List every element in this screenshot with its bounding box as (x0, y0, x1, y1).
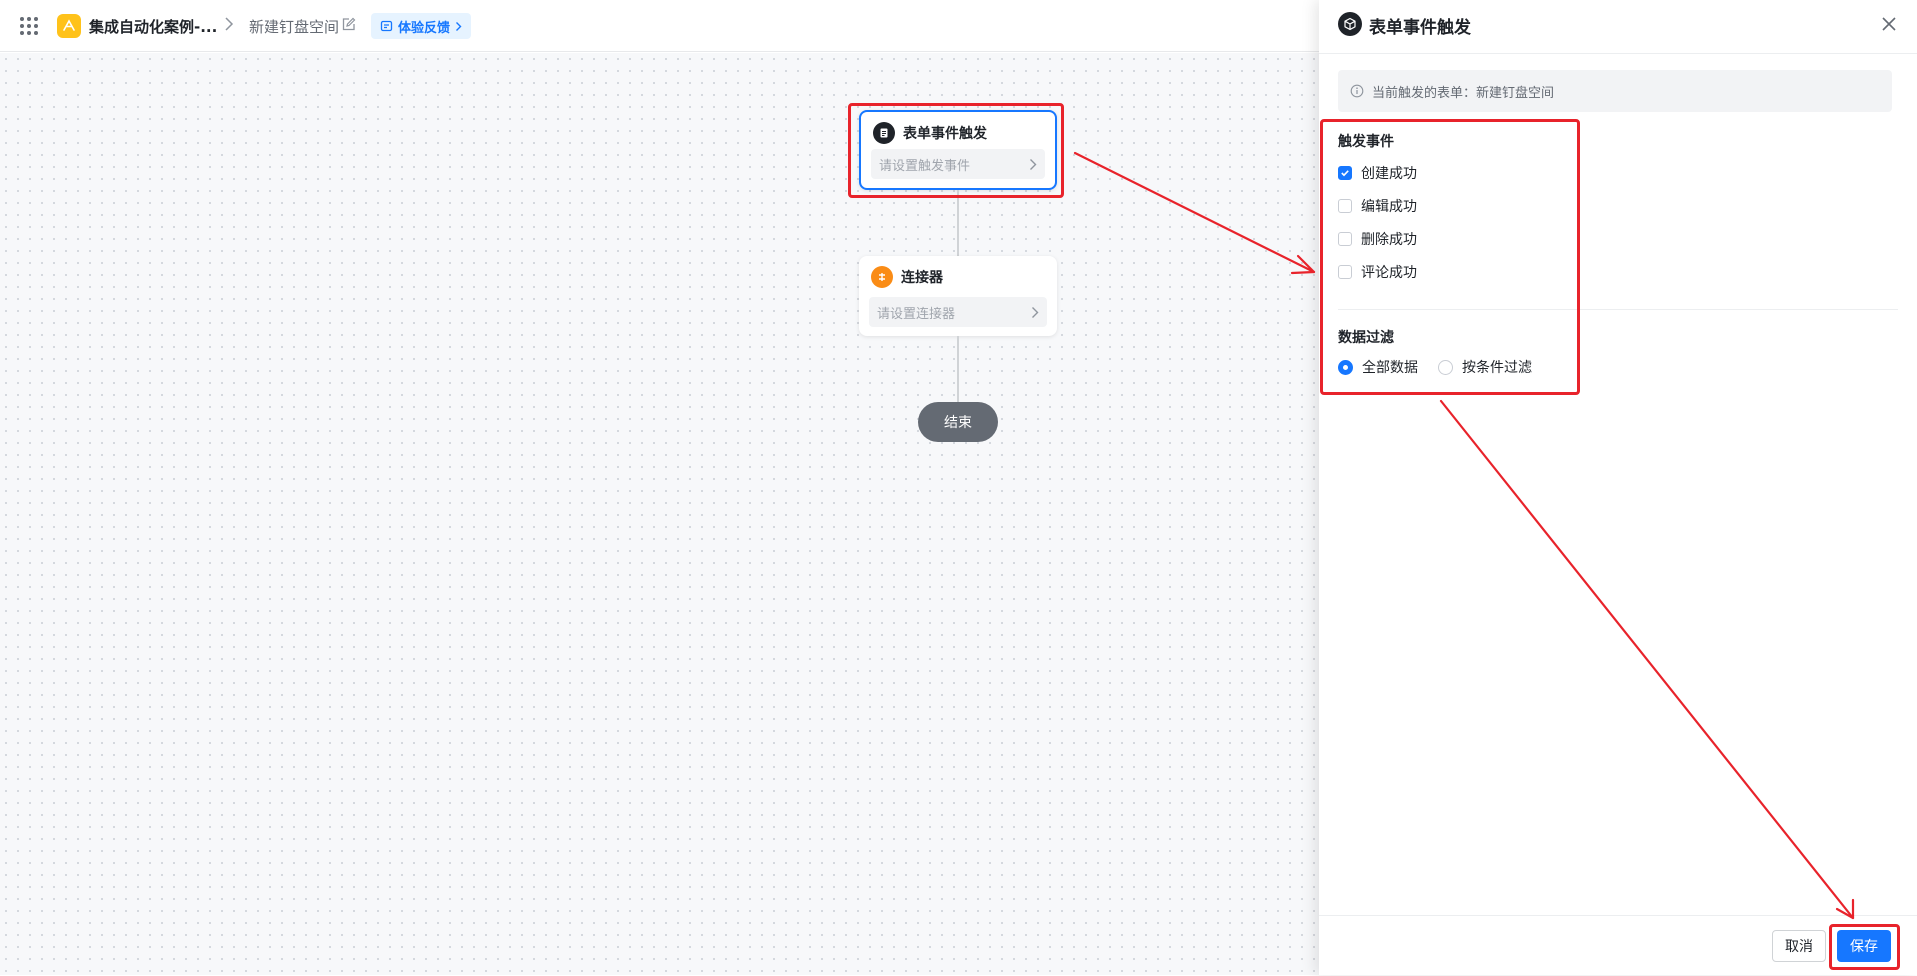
flow-canvas[interactable]: 表单事件触发 请设置触发事件 连接器 请设置连接器 结束 (0, 53, 1320, 975)
trigger-node-setting[interactable]: 请设置触发事件 (871, 149, 1045, 179)
trigger-node[interactable]: 表单事件触发 请设置触发事件 (859, 110, 1057, 190)
cancel-button[interactable]: 取消 (1772, 930, 1826, 962)
app-logo-icon (57, 14, 81, 38)
connector-node-placeholder: 请设置连接器 (877, 306, 956, 322)
info-bar: 当前触发的表单：新建钉盘空间 (1338, 70, 1892, 112)
trigger-config-drawer: 表单事件触发 当前触发的表单：新建钉盘空间 触发事件 创建成功 编辑成功 删除成… (1319, 0, 1917, 975)
checkbox-label: 创建成功 (1361, 166, 1417, 182)
cube-icon (1338, 12, 1362, 36)
end-node[interactable]: 结束 (918, 402, 998, 442)
drawer-title: 表单事件触发 (1369, 18, 1471, 38)
checkbox-delete-success[interactable]: 删除成功 (1338, 229, 1417, 249)
radio-all-data[interactable]: 全部数据 (1338, 357, 1418, 377)
checkbox[interactable] (1338, 232, 1352, 246)
radio-label: 按条件过滤 (1462, 360, 1532, 376)
feedback-button[interactable]: 体验反馈 (371, 13, 472, 39)
connector-node-setting[interactable]: 请设置连接器 (869, 297, 1047, 327)
radio-label: 全部数据 (1362, 360, 1418, 376)
data-filter-heading: 数据过滤 (1338, 330, 1394, 346)
chevron-right-icon (1032, 306, 1039, 318)
info-text: 当前触发的表单：新建钉盘空间 (1372, 85, 1555, 101)
checkbox-create-success[interactable]: 创建成功 (1338, 163, 1417, 183)
connector-node[interactable]: 连接器 请设置连接器 (859, 256, 1057, 336)
checkbox-label: 编辑成功 (1361, 199, 1417, 215)
form-document-icon (873, 122, 895, 144)
feedback-icon (380, 20, 393, 31)
checkbox-comment-success[interactable]: 评论成功 (1338, 262, 1417, 282)
feedback-label: 体验反馈 (398, 20, 451, 36)
connector-icon (871, 266, 893, 288)
chevron-right-icon (456, 21, 462, 31)
flow-edge (957, 190, 959, 256)
app-grid-icon[interactable] (20, 17, 38, 35)
page-title: 新建钉盘空间 (249, 18, 340, 36)
save-button[interactable]: 保存 (1837, 930, 1891, 962)
radio-filter-by-condition[interactable]: 按条件过滤 (1438, 357, 1532, 377)
checkbox-label: 评论成功 (1361, 265, 1417, 281)
save-button-label: 保存 (1850, 939, 1878, 955)
app-name[interactable]: 集成自动化案例-... (89, 16, 217, 37)
drawer-header: 表单事件触发 (1319, 0, 1917, 54)
radio[interactable] (1438, 359, 1453, 375)
drawer-footer: 取消 保存 (1319, 915, 1917, 976)
checkbox[interactable] (1338, 199, 1352, 213)
close-icon[interactable] (1881, 16, 1897, 36)
edit-icon[interactable] (341, 17, 356, 36)
trigger-node-placeholder: 请设置触发事件 (879, 158, 971, 174)
trigger-node-title: 表单事件触发 (903, 126, 987, 142)
checkbox[interactable] (1338, 265, 1352, 279)
checkbox-label: 删除成功 (1361, 232, 1417, 248)
end-node-label: 结束 (944, 415, 972, 431)
trigger-events-heading: 触发事件 (1338, 134, 1394, 150)
cancel-button-label: 取消 (1785, 939, 1813, 955)
radio-selected[interactable] (1338, 359, 1353, 375)
chevron-right-icon (1030, 158, 1037, 170)
breadcrumb-chevron-icon (224, 16, 234, 36)
checkbox-checked[interactable] (1338, 166, 1352, 180)
connector-node-title: 连接器 (901, 270, 943, 286)
flow-edge (957, 336, 959, 402)
section-divider (1338, 309, 1898, 310)
checkbox-edit-success[interactable]: 编辑成功 (1338, 196, 1417, 216)
info-icon (1350, 84, 1364, 98)
